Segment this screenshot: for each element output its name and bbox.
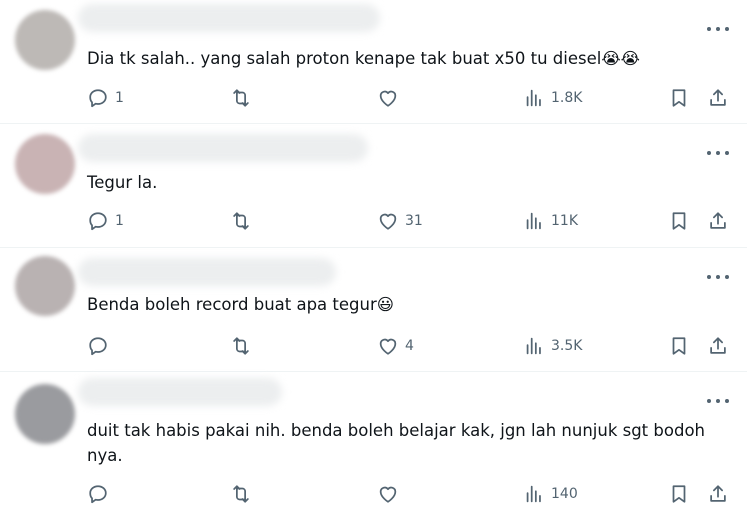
avatar[interactable]	[15, 134, 75, 194]
bookmark-button[interactable]	[668, 86, 690, 110]
retweet-icon	[230, 483, 252, 505]
view-count: 11K	[551, 213, 578, 229]
reply-button[interactable]: 1	[87, 209, 124, 233]
post-text: Benda boleh record buat apa tegur😃	[87, 295, 394, 314]
retweet-button[interactable]	[230, 482, 252, 506]
like-button[interactable]	[377, 86, 405, 110]
more-icon[interactable]	[707, 146, 729, 160]
author-name-redacted	[78, 258, 336, 286]
avatar[interactable]	[15, 256, 75, 316]
like-count: 4	[405, 338, 414, 354]
post-3[interactable]: Benda boleh record buat apa tegur😃 4 3.5…	[0, 248, 747, 372]
bookmark-icon	[668, 87, 690, 109]
post-1[interactable]: Dia tk salah.. yang salah proton kenape …	[0, 0, 747, 124]
reply-icon	[87, 210, 109, 232]
reply-button[interactable]	[87, 334, 115, 358]
more-icon[interactable]	[707, 22, 729, 36]
retweet-button[interactable]	[230, 86, 252, 110]
share-button[interactable]	[707, 334, 729, 358]
retweet-button[interactable]	[230, 209, 252, 233]
post-2[interactable]: Tegur la. 1 31 11K	[0, 124, 747, 248]
avatar[interactable]	[15, 10, 75, 70]
like-icon	[377, 210, 399, 232]
retweet-icon	[230, 87, 252, 109]
views-icon	[523, 210, 545, 232]
view-count: 140	[551, 486, 578, 502]
views-icon	[523, 87, 545, 109]
reply-button[interactable]	[87, 482, 115, 506]
post-text: duit tak habis pakai nih. benda boleh be…	[87, 421, 705, 465]
share-icon	[707, 335, 729, 357]
post-4[interactable]: duit tak habis pakai nih. benda boleh be…	[0, 372, 747, 518]
bookmark-button[interactable]	[668, 334, 690, 358]
like-icon	[377, 87, 399, 109]
like-button[interactable]	[377, 482, 405, 506]
action-bar: 1 1.8K	[87, 86, 737, 110]
view-count: 1.8K	[551, 90, 583, 106]
bookmark-button[interactable]	[668, 209, 690, 233]
views-button[interactable]: 1.8K	[523, 86, 582, 110]
bookmark-icon	[668, 483, 690, 505]
view-count: 3.5K	[551, 338, 583, 354]
share-button[interactable]	[707, 209, 729, 233]
author-name-redacted	[78, 4, 380, 32]
action-bar: 140	[87, 482, 737, 506]
views-icon	[523, 483, 545, 505]
share-button[interactable]	[707, 482, 729, 506]
retweet-icon	[230, 210, 252, 232]
bookmark-icon	[668, 335, 690, 357]
action-bar: 4 3.5K	[87, 334, 737, 358]
retweet-button[interactable]	[230, 334, 252, 358]
more-icon[interactable]	[707, 394, 729, 408]
bookmark-button[interactable]	[668, 482, 690, 506]
share-icon	[707, 87, 729, 109]
like-button[interactable]: 31	[377, 209, 423, 233]
reply-count: 1	[115, 213, 124, 229]
views-button[interactable]: 3.5K	[523, 334, 582, 358]
like-icon	[377, 335, 399, 357]
reply-button[interactable]: 1	[87, 86, 124, 110]
like-icon	[377, 483, 399, 505]
more-icon[interactable]	[707, 270, 729, 284]
like-button[interactable]: 4	[377, 334, 414, 358]
share-icon	[707, 210, 729, 232]
post-text: Dia tk salah.. yang salah proton kenape …	[87, 49, 640, 68]
views-button[interactable]: 140	[523, 482, 578, 506]
action-bar: 1 31 11K	[87, 209, 737, 233]
reply-count: 1	[115, 90, 124, 106]
author-name-redacted	[78, 134, 368, 162]
share-button[interactable]	[707, 86, 729, 110]
reply-icon	[87, 335, 109, 357]
avatar[interactable]	[15, 384, 75, 444]
share-icon	[707, 483, 729, 505]
reply-icon	[87, 483, 109, 505]
views-icon	[523, 335, 545, 357]
post-text: Tegur la.	[87, 173, 158, 192]
bookmark-icon	[668, 210, 690, 232]
like-count: 31	[405, 213, 423, 229]
author-name-redacted	[78, 378, 282, 406]
views-button[interactable]: 11K	[523, 209, 578, 233]
reply-icon	[87, 87, 109, 109]
retweet-icon	[230, 335, 252, 357]
